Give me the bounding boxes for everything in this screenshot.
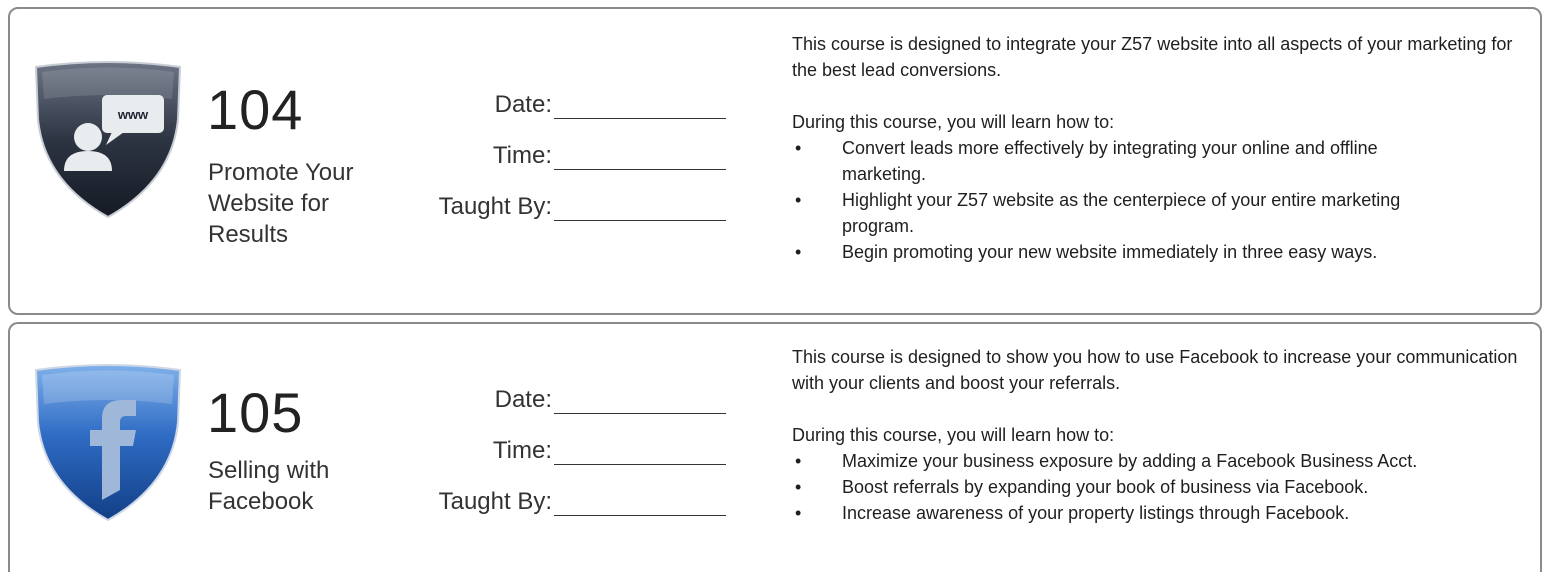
date-label: Date: — [494, 91, 552, 118]
list-item: Maximize your business exposure by addin… — [792, 448, 1532, 474]
list-item: Convert leads more effectively by integr… — [792, 135, 1532, 187]
list-item: Begin promoting your new website immedia… — [792, 239, 1532, 265]
list-item: Boost referrals by expanding your book o… — [792, 474, 1532, 500]
course-number: 105 — [207, 381, 304, 444]
date-label: Date: — [494, 386, 552, 413]
course-number: 104 — [207, 78, 304, 141]
date-field[interactable]: Date: — [410, 85, 726, 119]
date-blank[interactable] — [554, 391, 726, 414]
description-text: This course is designed to integrate you… — [792, 34, 1513, 80]
course-card-105: 105 Selling with Facebook Date: Time: Ta… — [8, 322, 1542, 572]
time-field[interactable]: Time: — [410, 136, 726, 170]
www-user-shield-icon: www — [34, 61, 182, 219]
taught-by-label: Taught By: — [438, 193, 552, 220]
time-blank[interactable] — [554, 147, 726, 170]
facebook-shield-icon — [34, 364, 182, 522]
time-label: Time: — [492, 142, 552, 169]
learn-intro: During this course, you will learn how t… — [792, 425, 1115, 445]
description-text: This course is designed to show you how … — [792, 347, 1518, 393]
time-field[interactable]: Time: — [410, 431, 726, 465]
taught-by-blank[interactable] — [554, 493, 726, 516]
course-description: This course is designed to show you how … — [792, 344, 1532, 526]
list-item: Highlight your Z57 website as the center… — [792, 187, 1532, 239]
course-title: Selling with Facebook — [208, 457, 330, 515]
taught-by-label: Taught By: — [438, 488, 552, 515]
course-card-104: www 104 Promote Your Website for Results… — [8, 7, 1542, 315]
course-description: This course is designed to integrate you… — [792, 31, 1532, 265]
learning-bullets: Convert leads more effectively by integr… — [792, 135, 1532, 265]
learn-intro: During this course, you will learn how t… — [792, 112, 1115, 132]
taught-by-blank[interactable] — [554, 198, 726, 221]
taught-by-field[interactable]: Taught By: — [410, 187, 726, 221]
taught-by-field[interactable]: Taught By: — [410, 482, 726, 516]
time-label: Time: — [492, 437, 552, 464]
schedule-fields: Date: Time: Taught By: — [410, 85, 726, 238]
time-blank[interactable] — [554, 442, 726, 465]
date-field[interactable]: Date: — [410, 380, 726, 414]
course-title: Promote Your Website for Results — [208, 159, 354, 248]
date-blank[interactable] — [554, 96, 726, 119]
list-item: Increase awareness of your property list… — [792, 500, 1532, 526]
schedule-fields: Date: Time: Taught By: — [410, 380, 726, 533]
svg-text:www: www — [117, 107, 149, 122]
learning-bullets: Maximize your business exposure by addin… — [792, 448, 1532, 526]
